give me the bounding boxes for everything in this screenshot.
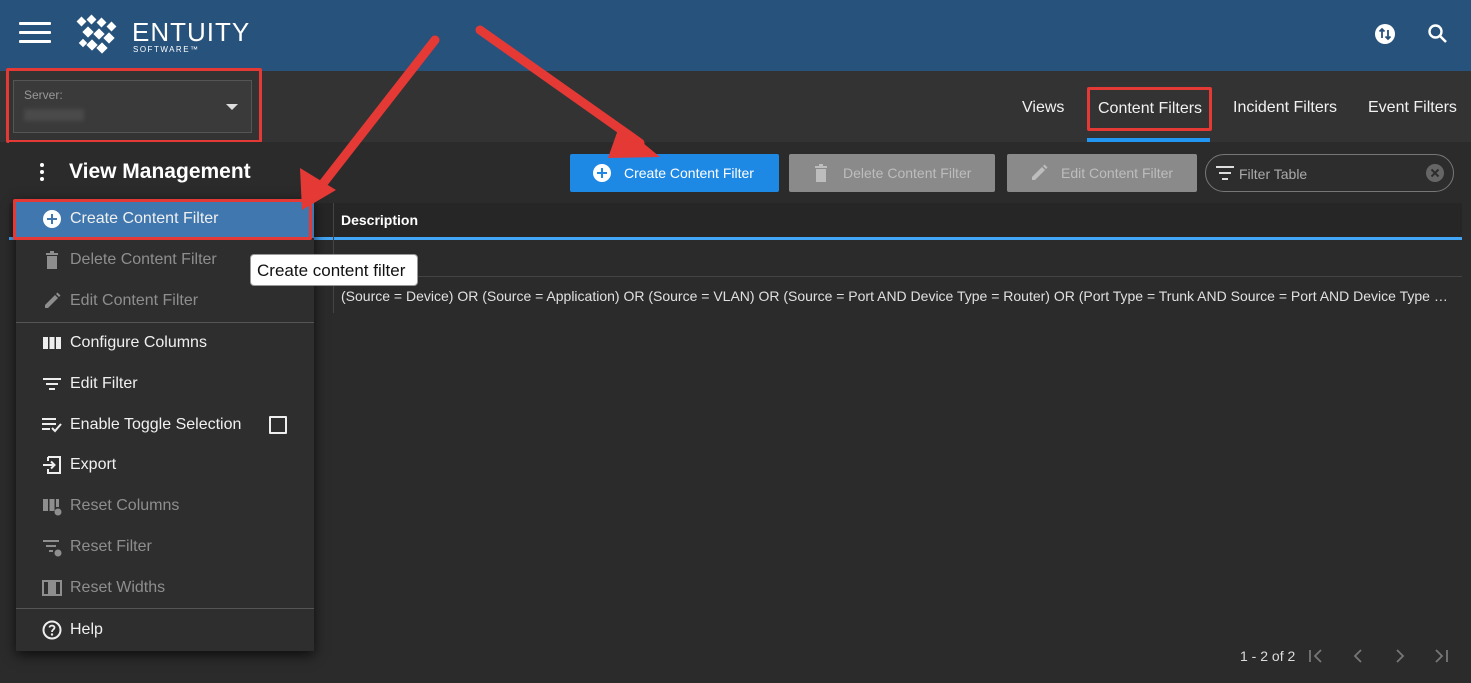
create-button-label: Create Content Filter	[624, 165, 754, 181]
menu-item-label: Enable Toggle Selection	[70, 416, 242, 433]
caret-down-icon	[226, 104, 238, 110]
pencil-icon	[45, 292, 61, 308]
tooltip: Create content filter	[250, 254, 418, 286]
tab-event-filters[interactable]: Event Filters	[1368, 99, 1457, 117]
menu-item-label: Reset Filter	[70, 538, 152, 555]
create-content-filter-button[interactable]: Create Content Filter	[570, 154, 779, 192]
server-value-redacted	[24, 109, 84, 121]
menu-item-label: Reset Columns	[70, 497, 180, 514]
add-circle-icon	[593, 164, 611, 182]
entuity-logo-mark-icon	[76, 14, 117, 54]
delete-content-filter-button[interactable]: Delete Content Filter	[789, 154, 995, 192]
menu-divider	[16, 608, 314, 609]
sync-icon[interactable]	[1373, 22, 1397, 46]
menu-item-create-content-filter[interactable]: Create Content Filter	[16, 200, 314, 238]
menu-item-label: Reset Widths	[70, 579, 166, 596]
menu-item-export[interactable]: Export	[16, 446, 314, 484]
filter-icon	[43, 378, 61, 390]
delete-button-label: Delete Content Filter	[843, 165, 972, 181]
pagination-range: 1 - 2 of 2	[1240, 648, 1296, 664]
menu-item-help[interactable]: Help	[16, 611, 314, 649]
filter-table-field[interactable]	[1205, 154, 1454, 192]
menu-divider	[16, 322, 314, 323]
server-label: Server:	[24, 88, 63, 102]
tab-incident-filters[interactable]: Incident Filters	[1233, 99, 1337, 117]
trash-icon	[815, 164, 827, 182]
last-page-icon[interactable]	[1432, 647, 1450, 665]
menu-item-label: Configure Columns	[70, 334, 207, 351]
menu-item-edit-filter[interactable]: Edit Filter	[16, 365, 314, 403]
menu-item-label: Help	[70, 621, 103, 638]
menu-item-reset-widths[interactable]: Reset Widths	[16, 569, 314, 607]
filter-icon	[1216, 166, 1234, 180]
menu-item-reset-filter[interactable]: Reset Filter	[16, 528, 314, 566]
tab-content-filters[interactable]: Content Filters	[1098, 100, 1202, 118]
menu-item-label: Export	[70, 456, 117, 473]
menu-item-enable-toggle-selection[interactable]: Enable Toggle Selection	[16, 406, 314, 444]
tab-views[interactable]: Views	[1022, 99, 1064, 117]
column-header-description[interactable]: Description	[341, 212, 418, 228]
menu-item-label: Edit Content Filter	[70, 292, 199, 309]
export-icon	[43, 456, 61, 474]
next-page-icon[interactable]	[1391, 647, 1409, 665]
trash-icon	[46, 251, 58, 269]
menu-item-label: Create Content Filter	[70, 210, 219, 227]
add-circle-icon	[43, 210, 61, 228]
page-title: View Management	[69, 160, 251, 183]
help-icon	[42, 620, 62, 640]
entuity-logo: ENTUITY SOFTWARE™	[74, 14, 249, 58]
clear-icon[interactable]	[1425, 163, 1445, 183]
reset-columns-icon	[43, 499, 62, 516]
menu-item-label: Delete Content Filter	[70, 251, 217, 268]
table-row[interactable]: (Source = Device) OR (Source = Applicati…	[341, 288, 1453, 304]
reset-filter-icon	[43, 540, 62, 557]
hamburger-menu-icon[interactable]	[19, 22, 51, 44]
menu-item-configure-columns[interactable]: Configure Columns	[16, 324, 314, 362]
pencil-icon	[1032, 164, 1048, 180]
brand-name: ENTUITY	[132, 17, 251, 47]
previous-page-icon[interactable]	[1349, 647, 1367, 665]
reset-widths-icon	[42, 580, 62, 596]
list-check-icon	[42, 418, 62, 433]
edit-button-label: Edit Content Filter	[1061, 165, 1174, 181]
first-page-icon[interactable]	[1307, 647, 1325, 665]
menu-item-label: Edit Filter	[70, 375, 138, 392]
filter-table-input[interactable]	[1239, 163, 1419, 185]
more-vert-icon[interactable]	[35, 163, 49, 183]
brand-subtitle: SOFTWARE™	[133, 45, 200, 54]
edit-content-filter-button[interactable]: Edit Content Filter	[1007, 154, 1197, 192]
menu-item-edit-content-filter[interactable]: Edit Content Filter	[16, 282, 314, 320]
menu-item-reset-columns[interactable]: Reset Columns	[16, 487, 314, 525]
toggle-selection-checkbox[interactable]	[269, 416, 287, 434]
columns-icon	[43, 337, 61, 349]
server-select[interactable]: Server:	[13, 80, 252, 133]
row-divider	[334, 276, 1462, 277]
search-icon[interactable]	[1426, 22, 1450, 46]
